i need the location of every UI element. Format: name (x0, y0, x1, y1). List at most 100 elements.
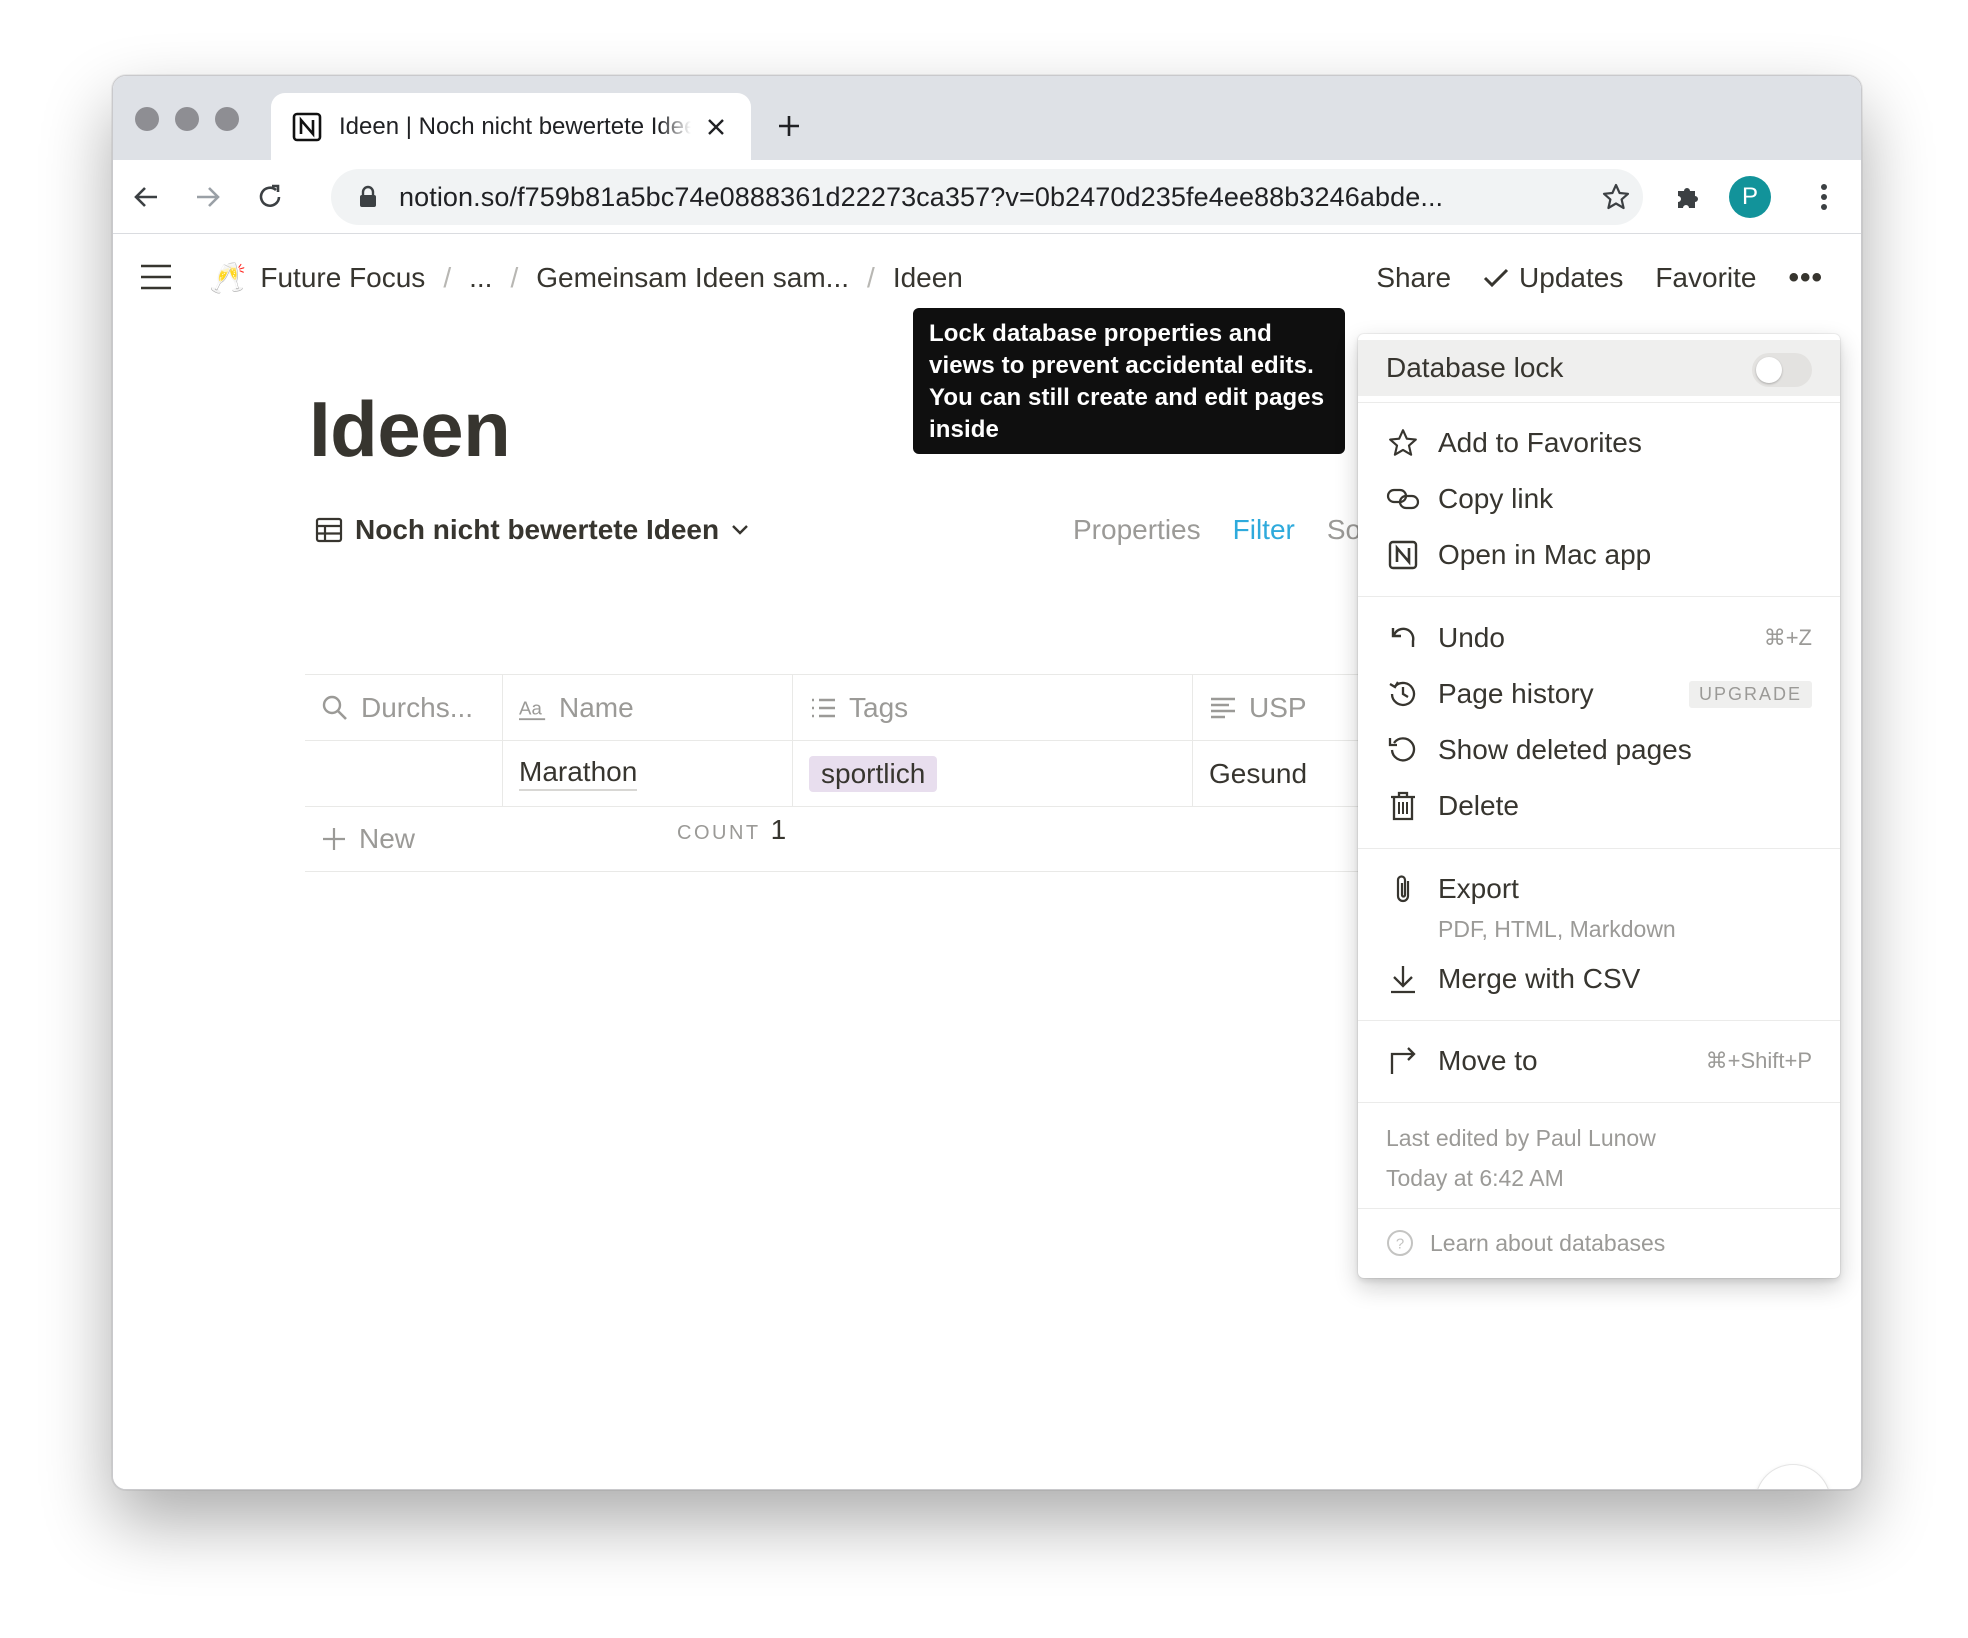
updates-button[interactable]: Updates (1483, 262, 1623, 294)
move-to-shortcut: ⌘+Shift+P (1705, 1048, 1812, 1073)
lock-icon (360, 185, 376, 207)
chevron-down-icon (732, 525, 748, 535)
table-header-row: Durchs... Aa Name Tags USP (305, 674, 1485, 740)
breadcrumb-ellipsis[interactable]: ... (469, 262, 492, 294)
tag-pill: sportlich (809, 755, 938, 792)
database-lock-item[interactable]: Database lock (1358, 340, 1840, 396)
menu-item-label: Undo (1438, 622, 1505, 653)
undo-arrow-icon (1386, 621, 1420, 655)
move-to-item[interactable]: Move to ⌘+Shift+P (1358, 1034, 1840, 1088)
breadcrumb-workspace[interactable]: 🥂 Future Focus (209, 261, 425, 296)
cell-durchs[interactable] (305, 741, 503, 806)
column-label: Tags (849, 691, 909, 723)
close-window-button[interactable] (135, 107, 159, 131)
row-title-link[interactable]: Marathon (519, 756, 638, 791)
menu-item-label: Delete (1438, 790, 1519, 821)
learn-about-databases-link[interactable]: ? Learn about databases (1358, 1216, 1840, 1270)
extensions-puzzle-icon[interactable] (1665, 174, 1711, 220)
export-item[interactable]: Export (1358, 862, 1840, 916)
workspace-emoji-icon: 🥂 (209, 261, 247, 295)
properties-button[interactable]: Properties (1073, 514, 1201, 546)
download-arrow-icon (1386, 962, 1420, 996)
breadcrumb-separator: / (867, 262, 875, 293)
last-edited-time: Today at 6:42 AM (1386, 1165, 1564, 1191)
column-header-tags[interactable]: Tags (793, 675, 1193, 740)
browser-window: Ideen | Noch nicht bewertete Ideen notio… (112, 75, 1862, 1490)
tab-title: Ideen | Noch nicht bewertete Ideen (339, 112, 691, 141)
row-count[interactable]: COUNT 1 (677, 814, 786, 846)
help-button[interactable]: ? (1756, 1465, 1830, 1489)
new-tab-icon[interactable] (771, 108, 807, 144)
sidebar-toggle-icon[interactable] (135, 256, 177, 298)
new-row-button[interactable]: New (305, 806, 1485, 872)
show-deleted-pages-item[interactable]: Show deleted pages (1358, 723, 1840, 777)
title-aa-icon: Aa (519, 697, 546, 720)
delete-item[interactable]: Delete (1358, 779, 1840, 833)
upgrade-badge: UPGRADE (1688, 680, 1812, 708)
menu-divider (1358, 596, 1840, 597)
merge-with-csv-item[interactable]: Merge with CSV (1358, 952, 1840, 1006)
view-name-label: Noch nicht bewertete Ideen (355, 514, 720, 545)
column-label: Durchs... (361, 691, 474, 723)
trash-icon (1386, 789, 1420, 823)
back-arrow-icon[interactable] (123, 174, 169, 220)
copy-link-item[interactable]: Copy link (1358, 472, 1840, 526)
menu-divider (1358, 848, 1840, 849)
breadcrumb: 🥂 Future Focus / ... / Gemeinsam Ideen s… (209, 256, 963, 300)
paperclip-icon (1386, 872, 1420, 906)
menu-divider (1358, 1102, 1840, 1103)
undo-item[interactable]: Undo ⌘+Z (1358, 611, 1840, 665)
menu-item-label: Merge with CSV (1438, 963, 1641, 994)
table-row[interactable]: Marathon sportlich Gesund (305, 740, 1485, 806)
forward-arrow-icon[interactable] (185, 174, 231, 220)
browser-toolbar: notion.so/f759b81a5bc74e0888361d22273ca3… (113, 160, 1861, 234)
plus-icon (323, 828, 345, 850)
history-clock-icon (1386, 677, 1420, 711)
minimize-window-button[interactable] (175, 107, 199, 131)
zoom-window-button[interactable] (215, 107, 239, 131)
close-tab-icon[interactable] (701, 112, 731, 142)
count-label: COUNT (677, 822, 761, 844)
database-lock-tooltip: Lock database properties and views to pr… (913, 308, 1345, 454)
database-lock-toggle[interactable] (1752, 353, 1812, 387)
new-row-label: New (359, 823, 416, 854)
menu-item-label: Export (1438, 873, 1519, 904)
column-header-durchs[interactable]: Durchs... (305, 675, 503, 740)
count-value: 1 (770, 814, 787, 845)
filter-button[interactable]: Filter (1233, 514, 1295, 546)
view-selector[interactable]: Noch nicht bewertete Ideen (315, 514, 749, 546)
active-tab[interactable]: Ideen | Noch nicht bewertete Ideen (271, 93, 751, 160)
database-view-bar: Noch nicht bewertete Ideen Properties Fi… (309, 506, 1459, 562)
list-icon (812, 698, 835, 717)
updates-label: Updates (1519, 262, 1624, 293)
cell-name[interactable]: Marathon (503, 741, 793, 806)
svg-text:?: ? (1396, 1236, 1404, 1253)
menu-divider (1358, 1208, 1840, 1209)
profile-avatar[interactable]: P (1729, 176, 1771, 218)
column-header-name[interactable]: Aa Name (503, 675, 793, 740)
text-lines-icon (1211, 697, 1235, 718)
column-label: USP (1249, 691, 1307, 723)
page-title: Ideen (309, 385, 511, 473)
breadcrumb-current-page[interactable]: Ideen (893, 262, 963, 294)
bookmark-star-icon[interactable] (1593, 174, 1639, 220)
more-options-button[interactable]: ••• (1788, 261, 1823, 295)
breadcrumb-parent-page[interactable]: Gemeinsam Ideen sam... (536, 262, 849, 294)
address-bar[interactable]: notion.so/f759b81a5bc74e0888361d22273ca3… (331, 169, 1643, 225)
open-in-mac-app-item[interactable]: Open in Mac app (1358, 528, 1840, 582)
menu-item-label: Page history (1438, 678, 1594, 709)
notion-logo-icon (292, 112, 322, 141)
menu-item-label: Move to (1438, 1045, 1538, 1076)
favorite-button[interactable]: Favorite (1655, 262, 1756, 294)
page-history-item[interactable]: Page history UPGRADE (1358, 667, 1840, 721)
help-circle-icon: ? (1386, 1229, 1414, 1257)
add-to-favorites-item[interactable]: Add to Favorites (1358, 416, 1840, 470)
cell-tags[interactable]: sportlich (793, 741, 1193, 806)
undo-shortcut: ⌘+Z (1763, 625, 1812, 650)
share-button[interactable]: Share (1376, 262, 1451, 294)
notion-app: 🥂 Future Focus / ... / Gemeinsam Ideen s… (113, 234, 1861, 1489)
menu-item-label: Add to Favorites (1438, 427, 1642, 458)
browser-menu-icon[interactable] (1801, 174, 1847, 220)
reload-icon[interactable] (247, 174, 293, 220)
database-table: Durchs... Aa Name Tags USP Marathon spor… (305, 674, 1485, 872)
